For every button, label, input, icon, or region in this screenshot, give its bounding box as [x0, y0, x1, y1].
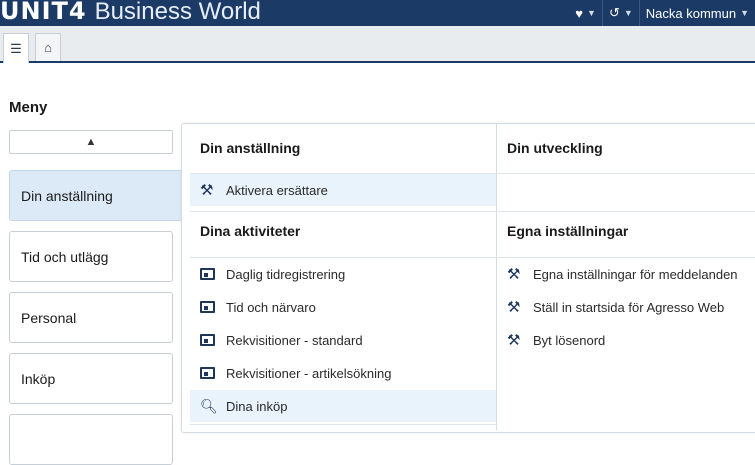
- tools-icon: ⚒: [507, 298, 521, 316]
- home-icon: ⌂: [44, 40, 52, 55]
- link-label: Aktivera ersättare: [226, 182, 328, 198]
- search-icon: 🔍︎: [200, 398, 218, 414]
- chevron-down-icon: ▼: [623, 8, 633, 18]
- toolbar: ☰ ⌂: [0, 26, 755, 63]
- link-aktivera-ersattare[interactable]: ⚒ Aktivera ersättare: [190, 174, 496, 206]
- divider: [190, 424, 496, 425]
- product-name: Business World: [94, 0, 261, 25]
- link-egna-installningar-meddelanden[interactable]: ⚒ Egna inställningar för meddelanden: [497, 258, 755, 290]
- tools-icon: ⚒: [507, 265, 521, 283]
- sidebar-item-inkop[interactable]: Inköp: [9, 353, 173, 404]
- link-rekvisitioner-artikelsokning[interactable]: Rekvisitioner - artikelsökning: [190, 357, 496, 389]
- chevron-down-icon: ▼: [740, 8, 749, 18]
- link-label: Rekvisitioner - standard: [226, 332, 363, 348]
- link-daglig-tidregistrering[interactable]: Daglig tidregistrering: [190, 258, 496, 290]
- link-label: Rekvisitioner - artikelsökning: [226, 365, 392, 381]
- tools-icon: ⚒: [507, 331, 521, 349]
- header-actions: ♥ ▼ ↺ ▼ Nacka kommun ▼: [569, 0, 755, 26]
- chevron-down-icon: ▼: [587, 8, 596, 18]
- link-tid-och-narvaro[interactable]: Tid och närvaro: [190, 291, 496, 323]
- screen-icon: [200, 334, 218, 346]
- link-dina-inkop[interactable]: 🔍︎ Dina inköp: [190, 390, 496, 422]
- section-title-din-utveckling: Din utveckling: [507, 140, 603, 156]
- menu-scroll-up-button[interactable]: ▲: [9, 130, 173, 154]
- screen-icon: [200, 301, 218, 313]
- sidebar-item-label: Tid och utlägg: [21, 248, 109, 265]
- menu-tab-button[interactable]: ☰: [3, 33, 29, 63]
- link-label: Daglig tidregistrering: [226, 266, 346, 282]
- link-label: Tid och närvaro: [226, 299, 316, 315]
- tools-icon: ⚒: [200, 181, 214, 199]
- heart-icon: ♥: [575, 5, 584, 21]
- user-name: Nacka kommun: [645, 5, 737, 21]
- sidebar-item-more[interactable]: [9, 414, 173, 465]
- history-icon: ↺: [608, 5, 620, 20]
- link-label: Ställ in startsida för Agresso Web: [533, 299, 725, 315]
- screen-icon: [200, 367, 218, 379]
- history-menu[interactable]: ↺ ▼: [603, 0, 639, 26]
- link-label: Dina inköp: [226, 398, 288, 414]
- caret-up-icon: ▲: [85, 136, 97, 148]
- top-bar: UNIT4 Business World ♥ ▼ ↺ ▼ Nacka kommun ▼: [0, 0, 755, 26]
- favorites-menu[interactable]: ♥ ▼: [569, 0, 602, 26]
- divider: [190, 211, 755, 212]
- sidebar-item-personal[interactable]: Personal: [9, 292, 173, 343]
- section-title-din-anstallning: Din anställning: [200, 140, 301, 156]
- home-tab-button[interactable]: ⌂: [35, 33, 61, 61]
- screen-icon: [200, 268, 218, 280]
- link-rekvisitioner-standard[interactable]: Rekvisitioner - standard: [190, 324, 496, 356]
- section-title-dina-aktiviteter: Dina aktiviteter: [200, 223, 301, 239]
- sidebar-item-label: Personal: [21, 309, 77, 326]
- sidebar-item-label: Inköp: [21, 370, 56, 387]
- menu-title: Meny: [9, 99, 48, 116]
- list-icon: ☰: [10, 40, 22, 56]
- link-label: Byt lösenord: [533, 332, 606, 348]
- sidebar-item-tid-och-utlagg[interactable]: Tid och utlägg: [9, 231, 173, 282]
- link-stall-in-startsida[interactable]: ⚒ Ställ in startsida för Agresso Web: [497, 291, 755, 323]
- sidebar-item-label: Din anställning: [21, 187, 113, 204]
- section-title-egna-installningar: Egna inställningar: [507, 223, 629, 239]
- brand-name: UNIT4: [0, 0, 87, 25]
- app-logo[interactable]: UNIT4 Business World: [0, 0, 261, 27]
- user-menu[interactable]: Nacka kommun ▼: [640, 0, 755, 26]
- link-byt-losenord[interactable]: ⚒ Byt lösenord: [497, 324, 755, 356]
- sidebar-item-din-anstallning[interactable]: Din anställning: [9, 170, 183, 221]
- link-label: Egna inställningar för meddelanden: [533, 266, 738, 282]
